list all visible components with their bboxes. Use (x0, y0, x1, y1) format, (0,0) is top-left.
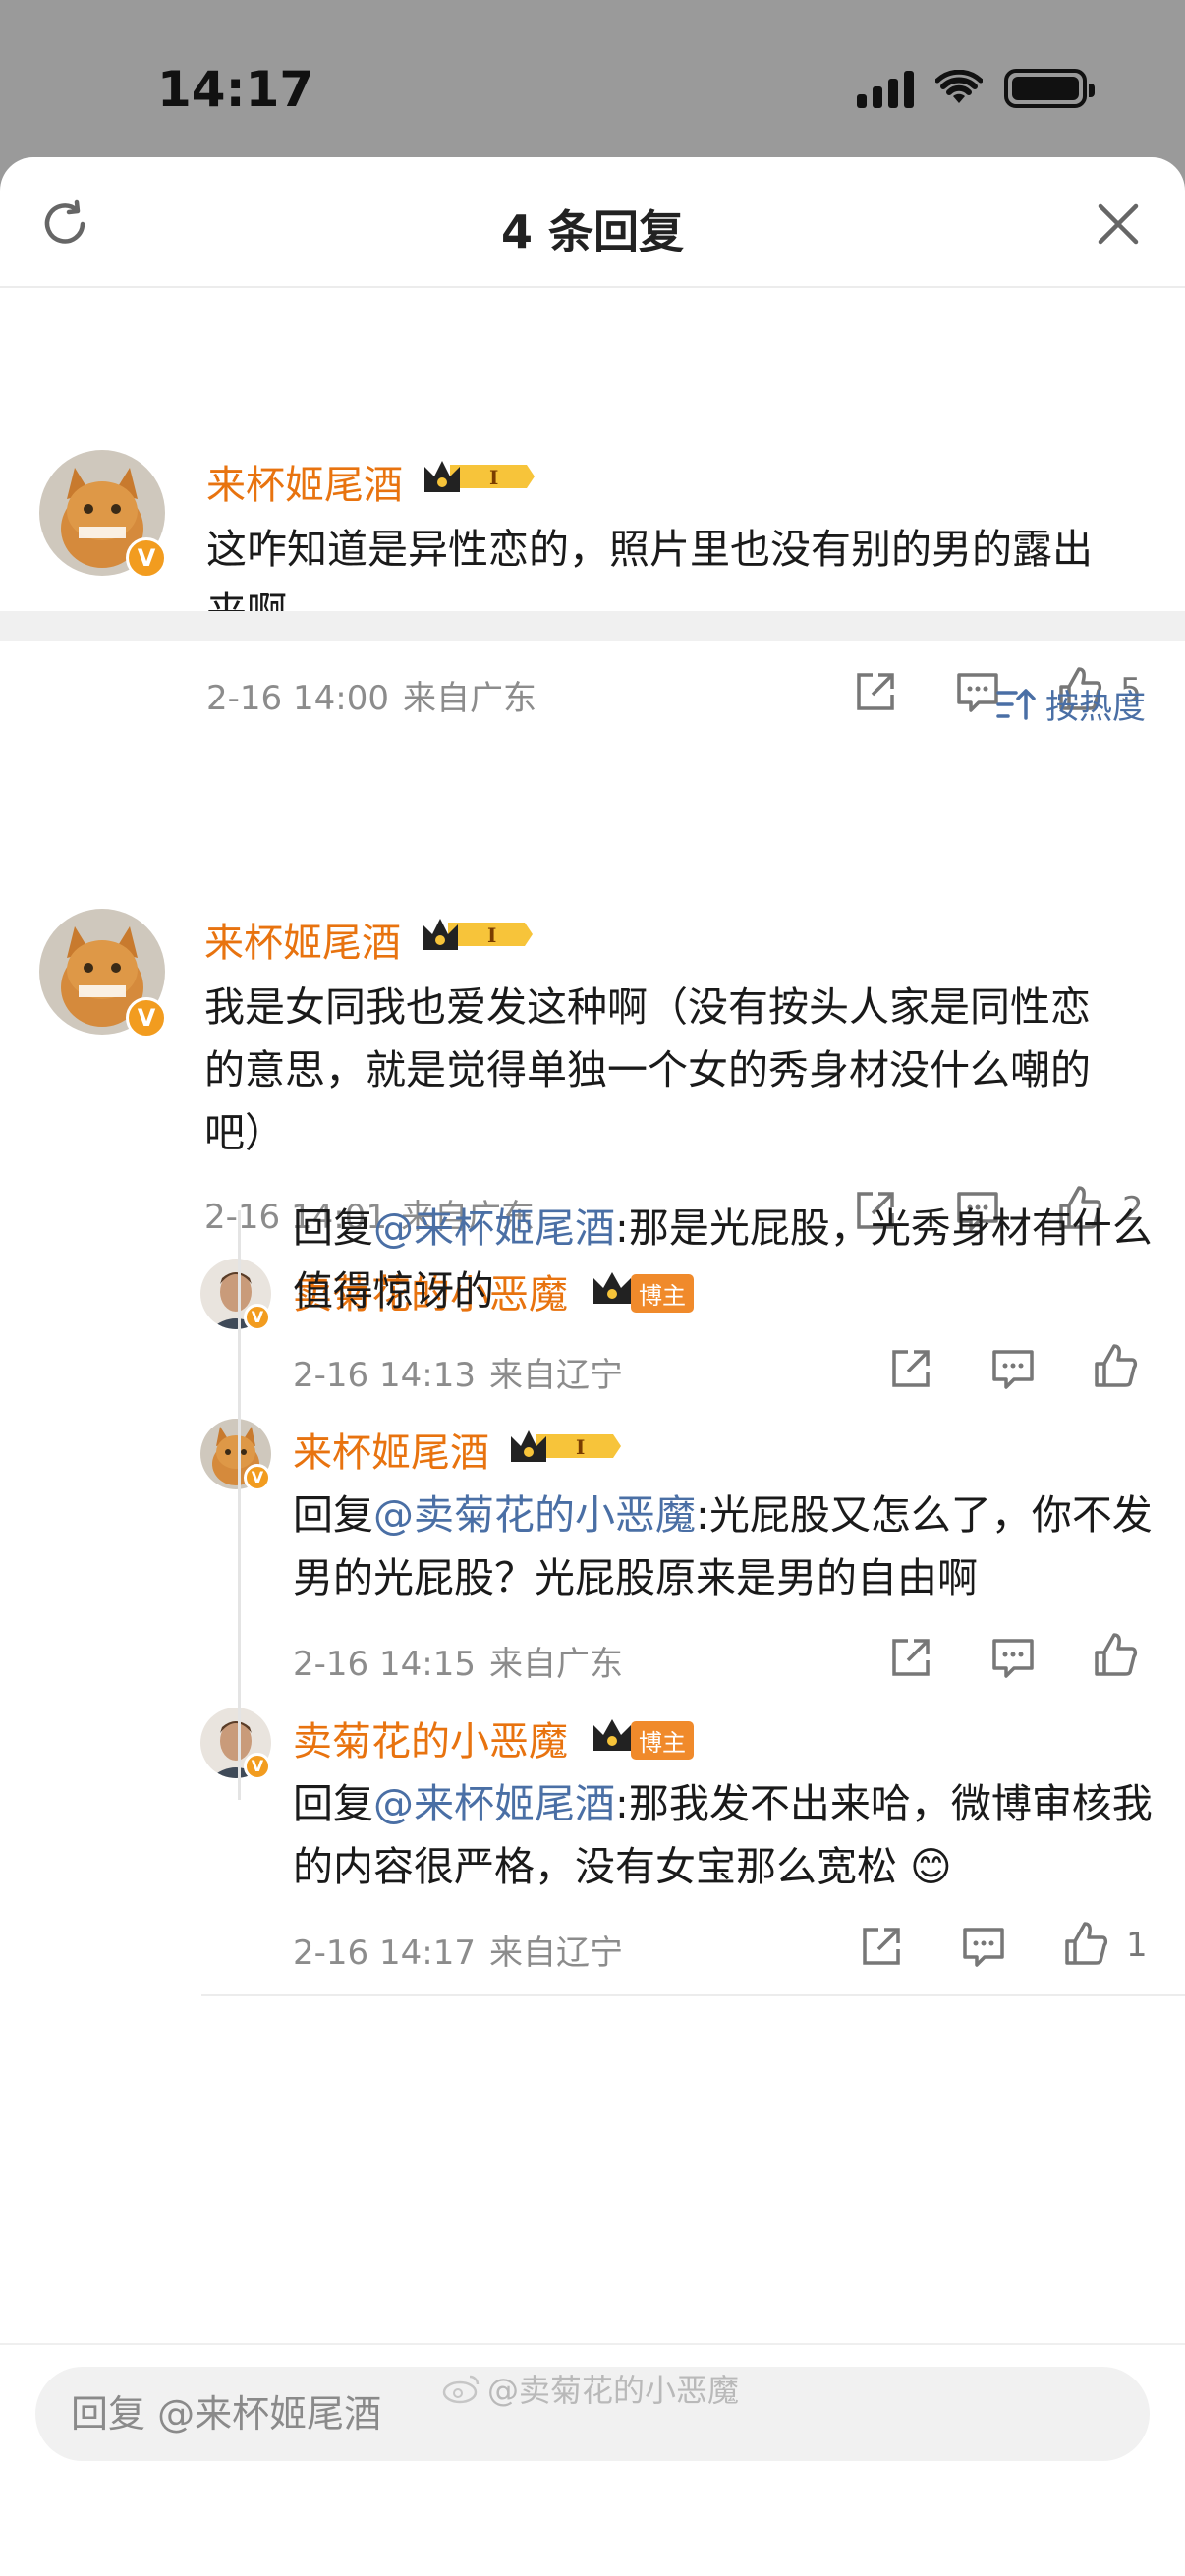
crown-level-badge-icon: I (511, 1430, 621, 1462)
reply-prefix: 回复 (293, 1204, 373, 1252)
like-icon[interactable] (1061, 1920, 1110, 1969)
reply-location: 来自辽宁 (488, 1933, 623, 1973)
reply-date: 2-16 14:17 (293, 1933, 476, 1973)
share-icon[interactable] (886, 1344, 935, 1393)
thread-end-divider (201, 1994, 1185, 1996)
svg-text:I: I (576, 1435, 585, 1459)
thread-line (238, 1210, 241, 1800)
mention-link[interactable]: @来杯姬尾酒 (373, 1204, 615, 1252)
status-bar: 14:17 (0, 0, 1185, 157)
like-icon[interactable] (1091, 1631, 1140, 1680)
comment-icon[interactable] (959, 1922, 1008, 1971)
watermark-text: @卖菊花的小恶魔 (487, 2372, 740, 2409)
weibo-logo-icon (442, 2375, 480, 2404)
username[interactable]: 来杯姬尾酒 (293, 1421, 489, 1478)
battery-icon (1004, 69, 1095, 108)
share-icon[interactable] (857, 1922, 906, 1971)
reply-prefix: 回复 (293, 1780, 373, 1827)
replies-layer: 回复@来杯姬尾酒:那是光屁股，光秀身材有什么值得惊讶的 2-16 14:13 来自… (0, 157, 1185, 2576)
verified-badge-icon: V (244, 1753, 271, 1780)
reply-location: 来自辽宁 (488, 1356, 623, 1395)
reply-meta: 2-16 14:13 来自辽宁 (293, 1348, 623, 1396)
reply-text: 回复@来杯姬尾酒:那我发不出来哈，微博审核我的内容很严格，没有女宝那么宽松 😊 (293, 1772, 1157, 1898)
verified-badge-icon: V (244, 1464, 271, 1491)
blogger-badge: 博主 (631, 1721, 694, 1760)
mention-link[interactable]: @来杯姬尾酒 (373, 1780, 615, 1827)
reply-meta: 2-16 14:15 来自广东 (293, 1637, 623, 1685)
like-icon[interactable] (1091, 1342, 1140, 1391)
reply-text: 回复@卖菊花的小恶魔:光屁股又怎么了，你不发男的光屁股？光屁股原来是男的自由啊 (293, 1484, 1157, 1609)
status-time: 14:17 (157, 61, 314, 118)
reply-date: 2-16 14:13 (293, 1356, 476, 1395)
wifi-icon (935, 70, 983, 103)
watermark: @卖菊花的小恶魔 (442, 2366, 739, 2411)
reply-text: 回复@来杯姬尾酒:那是光屁股，光秀身材有什么值得惊讶的 (293, 1197, 1157, 1322)
share-icon[interactable] (886, 1633, 935, 1682)
reply-location: 来自广东 (488, 1645, 623, 1684)
reply-prefix: 回复 (293, 1491, 373, 1539)
mention-link[interactable]: @卖菊花的小恶魔 (373, 1491, 696, 1539)
status-icons (857, 69, 1095, 108)
reply-meta: 2-16 14:17 来自辽宁 (293, 1926, 623, 1974)
crown-badge-icon (593, 1719, 631, 1751)
signal-icon (857, 69, 914, 108)
username[interactable]: 卖菊花的小恶魔 (293, 1709, 568, 1766)
reply-date: 2-16 14:15 (293, 1645, 476, 1684)
like-count: 1 (1126, 1926, 1148, 1965)
comment-icon[interactable] (988, 1344, 1038, 1393)
comment-icon[interactable] (988, 1633, 1038, 1682)
